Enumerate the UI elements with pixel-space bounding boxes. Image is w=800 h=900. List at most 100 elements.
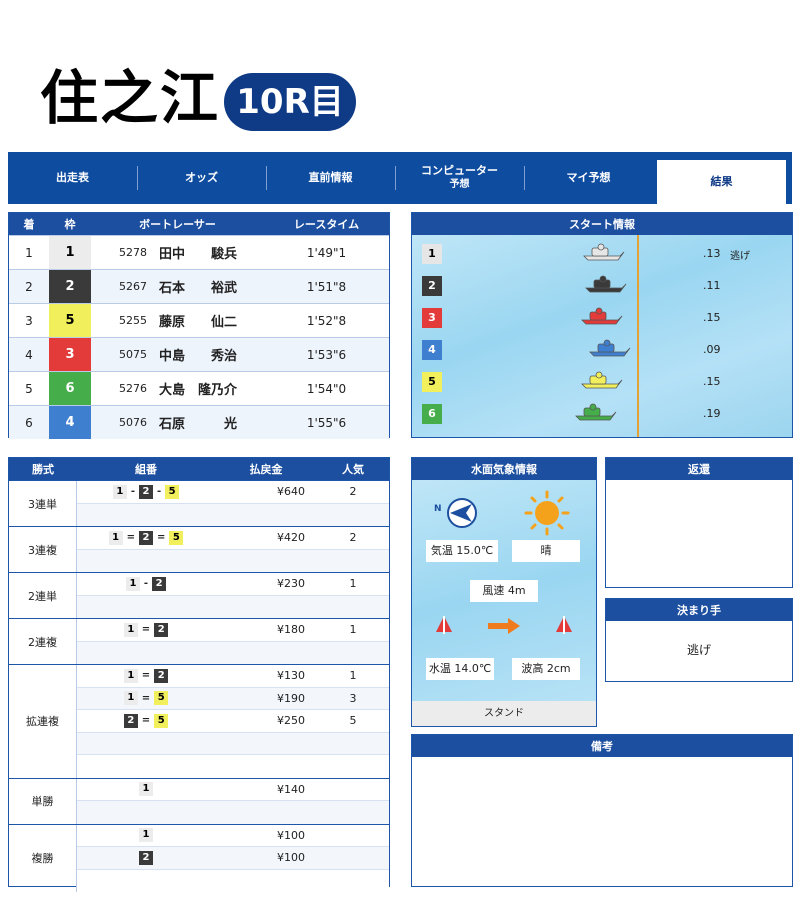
tab-my-prediction[interactable]: マイ予想: [524, 152, 653, 204]
payout-row: 1 ¥140: [77, 779, 389, 801]
combo-separator: =: [157, 532, 166, 544]
header-rank: 着: [23, 218, 35, 231]
payout-group: 2連単 1-2 ¥230 1: [9, 572, 389, 618]
start-row: 4.09: [412, 333, 792, 365]
tab-label: 結果: [710, 175, 733, 188]
payout-row: 1 ¥100: [77, 825, 389, 847]
payout-amount: ¥180: [277, 623, 305, 637]
payout-row: [77, 801, 389, 824]
start-timing: .13: [703, 247, 721, 260]
start-row: 2.11: [412, 269, 792, 301]
race-number-badge: 10R目: [224, 73, 356, 131]
payout-amount: ¥140: [277, 782, 305, 796]
venue-title: 住之江: [40, 64, 221, 132]
start-info-panel: スタート情報 1.13 逃げ 2.11 3.15 4.09 5.15 6.19: [411, 212, 793, 438]
popularity: 3: [349, 691, 357, 705]
combo-separator: =: [141, 715, 151, 727]
header-bet-type: 勝式: [32, 463, 54, 476]
racer-number: 5278: [119, 246, 147, 259]
lane-chip: 5: [154, 691, 169, 706]
lane-chip: 2: [139, 850, 153, 865]
payout-rows: 1 ¥140: [77, 779, 389, 824]
wind-speed: 風速 4m: [470, 580, 538, 602]
table-row[interactable]: 6 4 5076 石原 光 1'55"6: [9, 405, 389, 439]
popularity: 2: [349, 485, 357, 499]
payout-row: 1 = 5 ¥190 3: [77, 687, 389, 710]
tab-label: マイ予想: [566, 171, 611, 184]
rank: 2: [25, 279, 33, 294]
combination: 1: [77, 828, 215, 843]
tab-label: 出走表: [56, 171, 89, 184]
boat-icon: [585, 275, 627, 293]
race-time: 1'54"0: [306, 381, 347, 396]
bet-type-label: 2連複: [9, 619, 77, 664]
table-row[interactable]: 3 5 5255 藤原 仙二 1'52"8: [9, 303, 389, 337]
payout-amount: ¥130: [277, 669, 305, 683]
start-timing: .15: [703, 375, 721, 388]
winning-technique-panel: 決まり手 逃げ: [605, 598, 793, 682]
payout-row: 1-2 ¥230 1: [77, 573, 389, 596]
combination: 1 = 2 = 5: [77, 530, 215, 545]
racer-name[interactable]: 中島 秀治: [159, 345, 237, 364]
header-payout: 払戻金: [249, 463, 283, 476]
combination: 1 = 5: [77, 691, 215, 706]
tab-computer-prediction[interactable]: コンピューター 予想: [395, 152, 524, 204]
racer-name[interactable]: 石本 裕武: [159, 277, 237, 296]
sun-icon: [524, 490, 570, 536]
racer: 5276 大島 隆乃介: [91, 379, 264, 398]
table-row[interactable]: 1 1 5278 田中 駿兵 1'49"1: [9, 235, 389, 269]
refund-panel: 返還: [605, 457, 793, 588]
table-row[interactable]: 5 6 5276 大島 隆乃介 1'54"0: [9, 371, 389, 405]
bet-type-label: 複勝: [9, 824, 77, 892]
start-note: 逃げ: [730, 251, 750, 262]
lane-chip: 1: [139, 828, 153, 843]
bet-type-label: 単勝: [9, 778, 77, 824]
payout-amount: ¥420: [277, 531, 305, 545]
combination: 1-2: [77, 576, 215, 591]
lane-chip: 5: [165, 484, 180, 499]
winning-technique-title: 決まり手: [606, 599, 792, 621]
racer-name[interactable]: 田中 駿兵: [159, 243, 237, 262]
lane-chip: 2: [154, 668, 169, 683]
popularity: 2: [349, 531, 357, 545]
lane-chip: 1: [108, 530, 123, 545]
lane-badge: 3: [49, 338, 91, 371]
combination: 1 = 2: [77, 668, 215, 683]
table-row[interactable]: 4 3 5075 中島 秀治 1'53"6: [9, 337, 389, 371]
lane-chip: 2: [139, 530, 153, 545]
boat-icon: [581, 371, 623, 389]
racer-name[interactable]: 藤原 仙二: [159, 311, 237, 330]
combo-separator: -: [130, 486, 135, 498]
racer: 5267 石本 裕武: [91, 277, 264, 296]
tab-pre-race-info[interactable]: 直前情報: [266, 152, 395, 204]
payout-rows: 1-2 ¥230 1: [77, 573, 389, 618]
weather-condition: 晴: [512, 540, 580, 562]
boat-icon: [589, 339, 631, 357]
tab-label: コンピューター: [421, 164, 498, 177]
start-timing: .15: [703, 311, 721, 324]
lane-badge: 4: [422, 340, 442, 360]
lane-chip: 1: [125, 576, 140, 591]
tab-entry-list[interactable]: 出走表: [8, 152, 137, 204]
table-row[interactable]: 2 2 5267 石本 裕武 1'51"8: [9, 269, 389, 303]
tab-results[interactable]: 結果: [657, 160, 786, 204]
payout-row: 1 = 2 ¥130 1: [77, 665, 389, 688]
header-race-time: レースタイム: [293, 218, 360, 231]
stand-label: スタンド: [412, 701, 596, 726]
popularity: 5: [349, 714, 357, 728]
tab-odds[interactable]: オッズ: [137, 152, 266, 204]
payout-amount: ¥100: [277, 828, 305, 842]
rank: 5: [25, 381, 33, 396]
lane-chip: 1: [123, 691, 138, 706]
combination: 1: [77, 782, 215, 797]
racer-name[interactable]: 大島 隆乃介: [159, 379, 237, 398]
payout-rows: 1 = 2 ¥130 1 1 = 5 ¥190 3 2 = 5 ¥250 5: [77, 665, 389, 778]
lane-badge: 6: [49, 372, 91, 405]
payout-amount: ¥190: [277, 691, 305, 705]
rank: 3: [25, 313, 33, 328]
lane-badge: 6: [422, 404, 442, 424]
racer-number: 5276: [119, 382, 147, 395]
payout-row: [77, 503, 389, 526]
racer-name[interactable]: 石原 光: [159, 413, 237, 432]
racer: 5075 中島 秀治: [91, 345, 264, 364]
